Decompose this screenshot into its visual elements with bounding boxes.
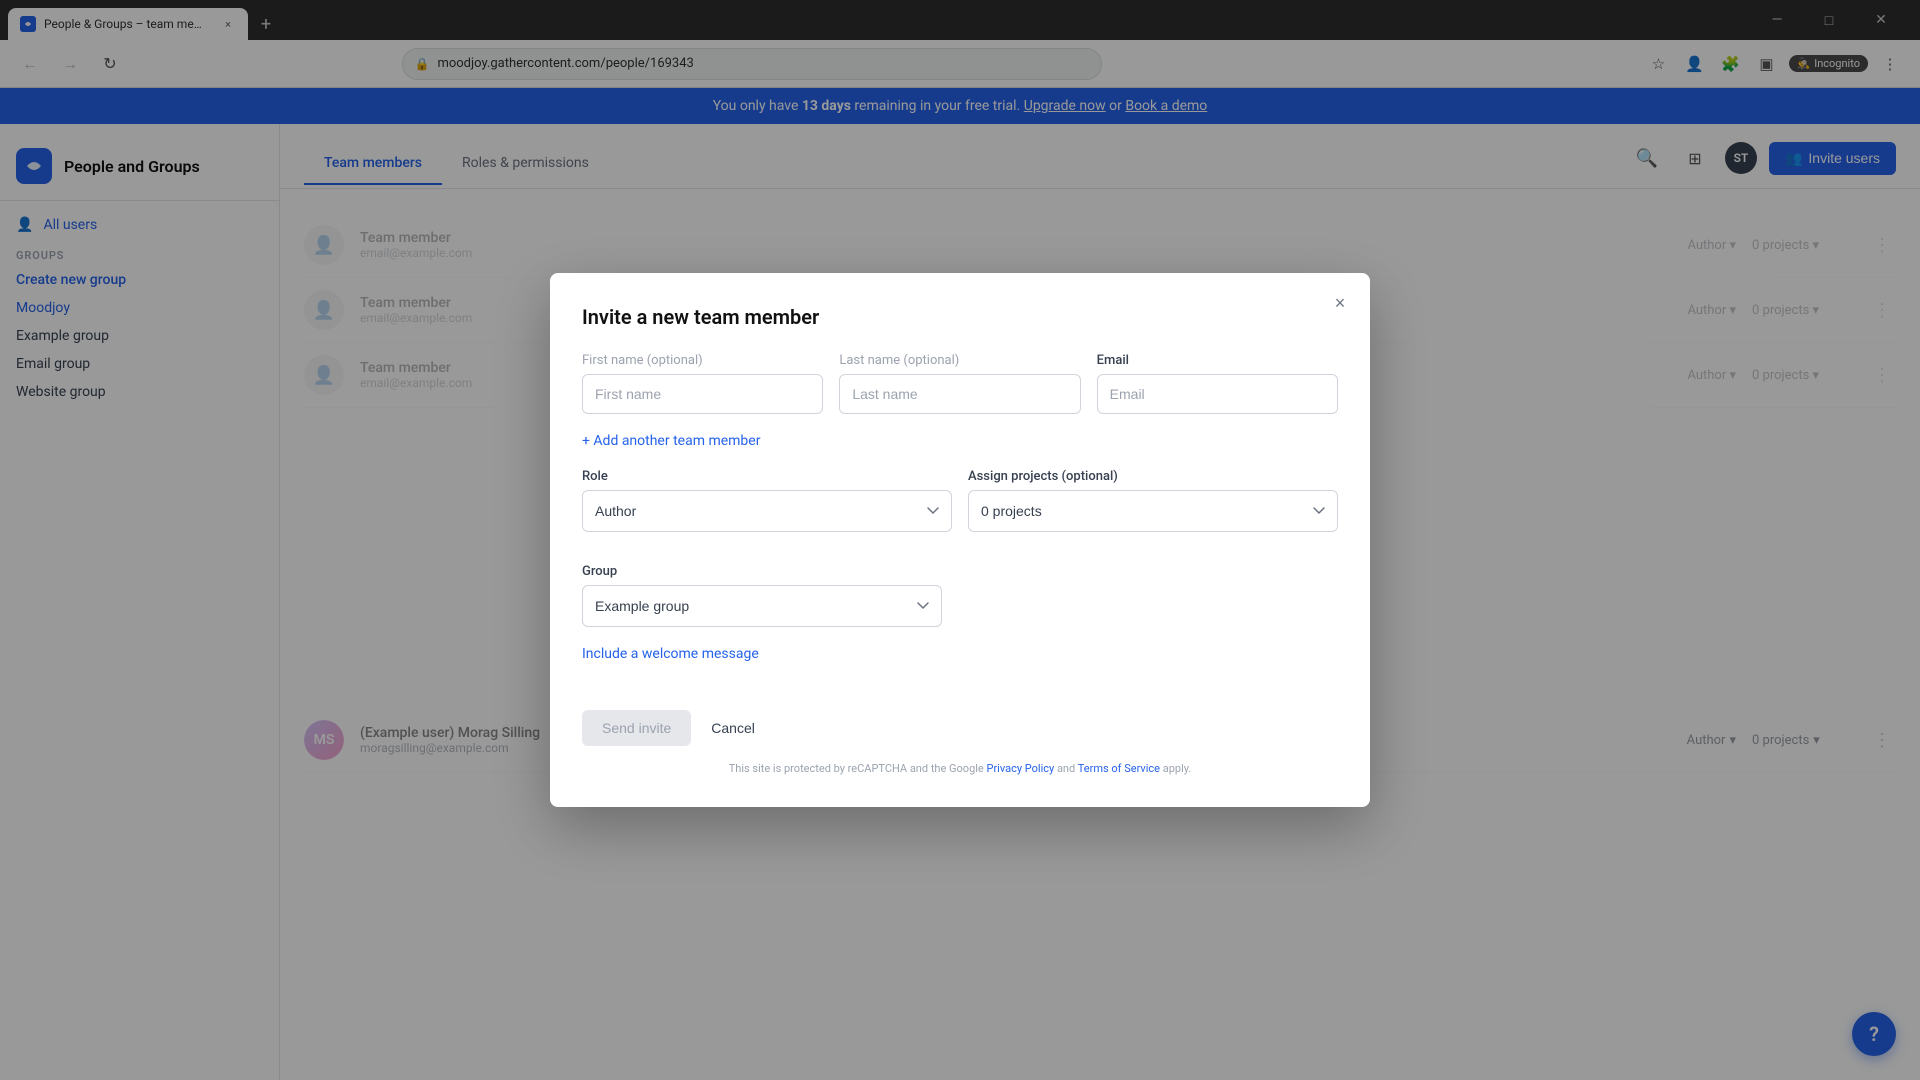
terms-of-service-link[interactable]: Terms of Service	[1078, 762, 1160, 775]
email-label: Email	[1097, 353, 1338, 368]
role-section: Role Author Editor Publisher Admin	[582, 469, 952, 532]
first-name-label: First name (optional)	[582, 353, 823, 368]
email-field: Email	[1097, 353, 1338, 414]
group-section: Group Example group Moodjoy Email group …	[582, 564, 1338, 627]
name-email-row: First name (optional) Last name (optiona…	[582, 353, 1338, 414]
assign-projects-label: Assign projects (optional)	[968, 469, 1338, 484]
add-another-member-link[interactable]: + Add another team member	[582, 433, 760, 449]
assign-projects-select[interactable]: 0 projects	[968, 490, 1338, 532]
first-name-input[interactable]	[582, 374, 823, 414]
assign-projects-section: Assign projects (optional) 0 projects	[968, 469, 1338, 532]
privacy-policy-link[interactable]: Privacy Policy	[987, 762, 1055, 775]
group-select[interactable]: Example group Moodjoy Email group Websit…	[582, 585, 942, 627]
role-select[interactable]: Author Editor Publisher Admin	[582, 490, 952, 532]
role-projects-row: Role Author Editor Publisher Admin Assig…	[582, 469, 1338, 548]
close-icon: ×	[1335, 293, 1346, 314]
first-name-field: First name (optional)	[582, 353, 823, 414]
modal-title: Invite a new team member	[582, 305, 1338, 329]
modal-overlay: × Invite a new team member First name (o…	[0, 0, 1920, 1080]
last-name-label: Last name (optional)	[839, 353, 1080, 368]
last-name-field: Last name (optional)	[839, 353, 1080, 414]
modal-close-button[interactable]: ×	[1326, 289, 1354, 317]
send-invite-button[interactable]: Send invite	[582, 710, 691, 746]
invite-modal: × Invite a new team member First name (o…	[550, 273, 1370, 807]
welcome-message-link[interactable]: Include a welcome message	[582, 646, 759, 662]
email-input[interactable]	[1097, 374, 1338, 414]
group-label: Group	[582, 564, 1338, 579]
cancel-button[interactable]: Cancel	[707, 710, 759, 746]
last-name-input[interactable]	[839, 374, 1080, 414]
role-label: Role	[582, 469, 952, 484]
recaptcha-notice: This site is protected by reCAPTCHA and …	[582, 762, 1338, 775]
modal-actions: Send invite Cancel	[582, 710, 1338, 746]
